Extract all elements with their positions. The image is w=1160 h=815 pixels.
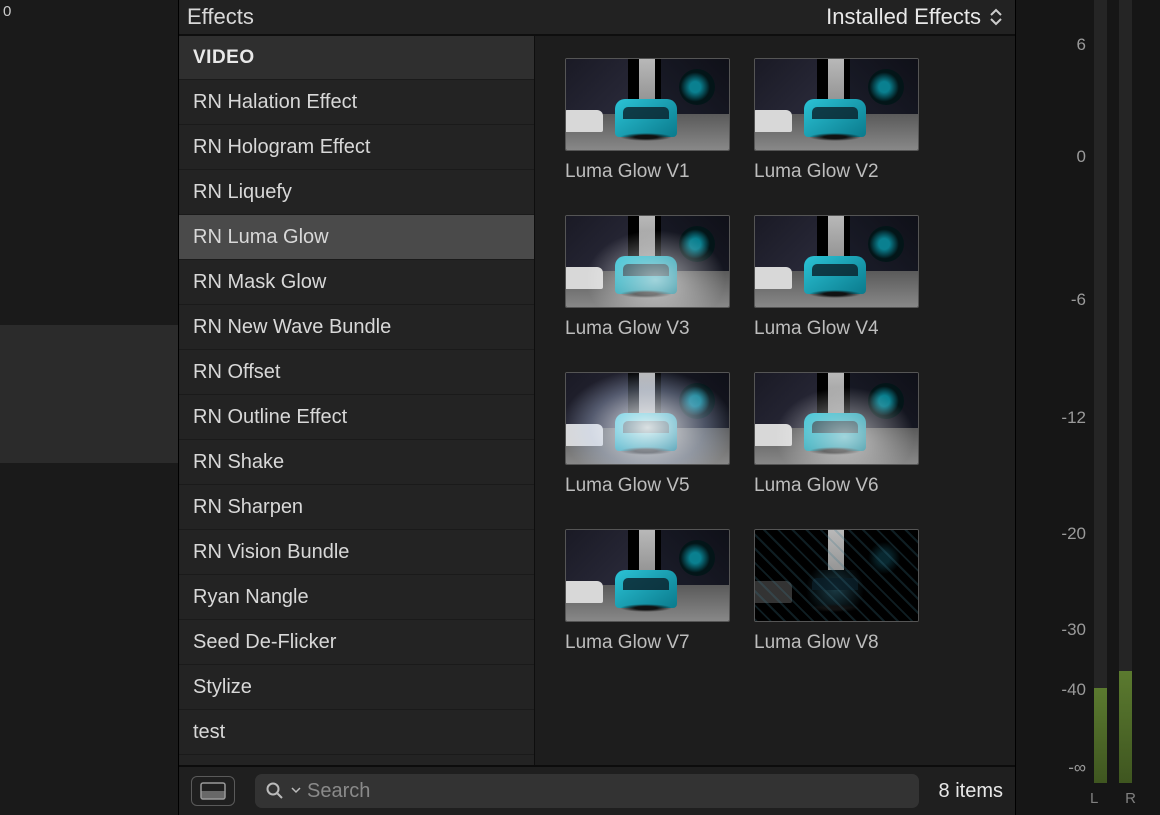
- sidebar-item-label: Seed De-Flicker: [193, 631, 336, 654]
- audio-level-bars: [1094, 5, 1132, 783]
- effect-label: Luma Glow V8: [754, 632, 919, 654]
- sidebar-item-rn-new-wave-bundle[interactable]: RN New Wave Bundle: [179, 305, 534, 350]
- meter-label-l: L: [1090, 790, 1098, 807]
- effect-item: Luma Glow V2: [754, 58, 919, 183]
- meter-channel-labels: L R: [1090, 790, 1136, 807]
- meter-tick-label: -20: [1061, 524, 1086, 544]
- sidebar-item-label: RN Mask Glow: [193, 271, 326, 294]
- effect-item: Luma Glow V4: [754, 215, 919, 340]
- sidebar-item-rn-vision-bundle[interactable]: RN Vision Bundle: [179, 530, 534, 575]
- sidebar-item-label: RN Halation Effect: [193, 91, 357, 114]
- sidebar-item-label: RN Offset: [193, 361, 280, 384]
- item-count-label: 8 items: [939, 780, 1003, 803]
- sidebar-item-label: RN Liquefy: [193, 181, 292, 204]
- effect-item: Luma Glow V1: [565, 58, 730, 183]
- effects-grid: Luma Glow V1 Luma Glow V2 Luma Glow V3 Luma…: [535, 36, 1015, 765]
- sidebar-item-rn-luma-glow[interactable]: RN Luma Glow: [179, 215, 534, 260]
- chevron-sort-icon: [989, 8, 1003, 26]
- meter-tick-label: -40: [1061, 680, 1086, 700]
- effects-title: Effects: [187, 4, 254, 30]
- audio-meter-panel: 6 0 -6 -12 -20 -30 -40 -∞ L R: [1016, 0, 1160, 815]
- effect-item: Luma Glow V5: [565, 372, 730, 497]
- timeline-clip-block[interactable]: [0, 325, 178, 463]
- installed-effects-dropdown[interactable]: Installed Effects: [826, 4, 1003, 30]
- effects-category-sidebar: VIDEO RN Halation Effect RN Hologram Effe…: [179, 36, 535, 765]
- sidebar-item-label: RN Vision Bundle: [193, 541, 349, 564]
- effect-thumbnail[interactable]: [754, 215, 919, 308]
- meter-tick-label: 6: [1077, 35, 1086, 55]
- effect-label: Luma Glow V5: [565, 475, 730, 497]
- effect-thumbnail[interactable]: [565, 372, 730, 465]
- sidebar-item-ryan-nangle[interactable]: Ryan Nangle: [179, 575, 534, 620]
- sidebar-item-seed-de-flicker[interactable]: Seed De-Flicker: [179, 620, 534, 665]
- sidebar-item-label: RN Outline Effect: [193, 406, 347, 429]
- effects-footer: 8 items: [179, 765, 1015, 815]
- effect-label: Luma Glow V2: [754, 161, 919, 183]
- effect-thumbnail[interactable]: [565, 58, 730, 151]
- sidebar-item-rn-mask-glow[interactable]: RN Mask Glow: [179, 260, 534, 305]
- meter-tick-label: 0: [1077, 147, 1086, 167]
- sidebar-item-test[interactable]: test: [179, 710, 534, 755]
- effect-label: Luma Glow V1: [565, 161, 730, 183]
- sidebar-item-rn-liquefy[interactable]: RN Liquefy: [179, 170, 534, 215]
- sidebar-item-rn-outline-effect[interactable]: RN Outline Effect: [179, 395, 534, 440]
- sidebar-item-label: Ryan Nangle: [193, 586, 309, 609]
- chevron-down-icon: [291, 782, 301, 800]
- search-icon: [265, 781, 285, 801]
- sidebar-item-label: RN New Wave Bundle: [193, 316, 391, 339]
- layout-toggle-button[interactable]: [191, 776, 235, 806]
- sidebar-item-label: test: [193, 721, 225, 744]
- sidebar-item-label: RN Shake: [193, 451, 284, 474]
- effect-label: Luma Glow V3: [565, 318, 730, 340]
- effect-thumbnail[interactable]: [565, 529, 730, 622]
- meter-label-r: R: [1125, 790, 1136, 807]
- sidebar-item-label: RN Luma Glow: [193, 226, 329, 249]
- effect-label: Luma Glow V6: [754, 475, 919, 497]
- timeline-marker: 0: [3, 3, 11, 20]
- effect-thumbnail[interactable]: [565, 215, 730, 308]
- sidebar-section-video: VIDEO: [179, 36, 534, 80]
- left-gutter: 0: [0, 0, 178, 815]
- meter-tick-label: -12: [1061, 408, 1086, 428]
- effect-label: Luma Glow V7: [565, 632, 730, 654]
- sidebar-item-rn-sharpen[interactable]: RN Sharpen: [179, 485, 534, 530]
- effect-thumbnail[interactable]: [754, 58, 919, 151]
- effect-item: Luma Glow V3: [565, 215, 730, 340]
- effect-item: Luma Glow V8: [754, 529, 919, 654]
- sidebar-item-label: Stylize: [193, 676, 252, 699]
- sidebar-item-rn-offset[interactable]: RN Offset: [179, 350, 534, 395]
- meter-tick-label: -6: [1071, 290, 1086, 310]
- effect-item: Luma Glow V7: [565, 529, 730, 654]
- sidebar-item-rn-shake[interactable]: RN Shake: [179, 440, 534, 485]
- sidebar-item-rn-hologram-effect[interactable]: RN Hologram Effect: [179, 125, 534, 170]
- effect-label: Luma Glow V4: [754, 318, 919, 340]
- dropdown-label: Installed Effects: [826, 4, 981, 30]
- meter-tick-label: -30: [1061, 620, 1086, 640]
- effects-browser: Effects Installed Effects VIDEO RN Halat…: [178, 0, 1016, 815]
- sidebar-item-rn-halation-effect[interactable]: RN Halation Effect: [179, 80, 534, 125]
- meter-scale: 6 0 -6 -12 -20 -30 -40 -∞: [1046, 0, 1086, 790]
- effect-thumbnail[interactable]: [754, 529, 919, 622]
- meter-tick-label: -∞: [1068, 758, 1086, 778]
- effects-content: VIDEO RN Halation Effect RN Hologram Effe…: [179, 36, 1015, 765]
- audio-level-right: [1119, 671, 1132, 783]
- search-input[interactable]: [307, 780, 909, 803]
- search-field[interactable]: [255, 774, 919, 808]
- sidebar-item-label: RN Sharpen: [193, 496, 303, 519]
- sidebar-item-stylize[interactable]: Stylize: [179, 665, 534, 710]
- effect-item: Luma Glow V6: [754, 372, 919, 497]
- sidebar-item-label: RN Hologram Effect: [193, 136, 370, 159]
- effects-header: Effects Installed Effects: [179, 0, 1015, 36]
- effect-thumbnail[interactable]: [754, 372, 919, 465]
- audio-level-left: [1094, 688, 1107, 783]
